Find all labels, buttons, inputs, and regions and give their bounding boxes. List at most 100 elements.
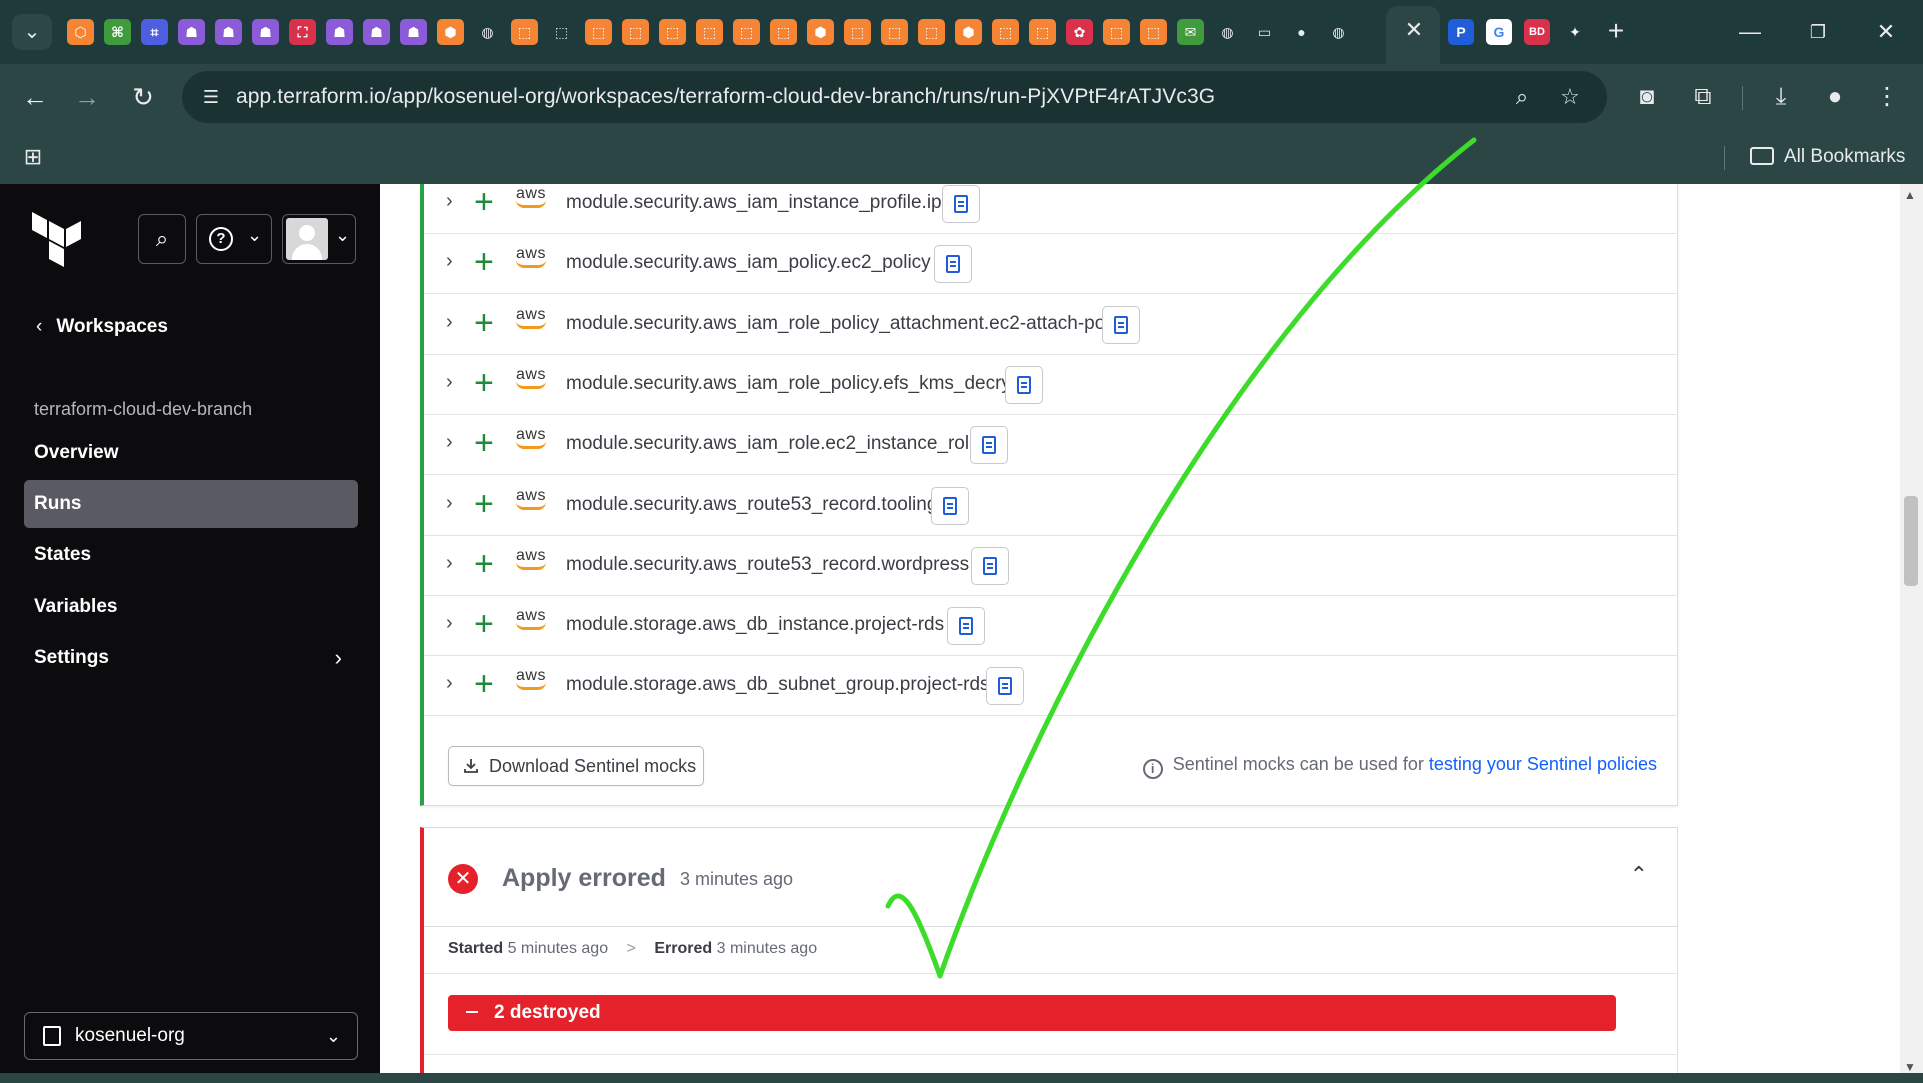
help-menu-button[interactable]: ? ⌄ <box>196 214 272 264</box>
tab-favicon-icon[interactable]: ⬚ <box>1140 19 1167 45</box>
tab-favicon-icon[interactable]: ☗ <box>252 19 279 45</box>
menu-kebab-icon[interactable]: ⋮ <box>1868 78 1906 116</box>
chevron-right-icon[interactable]: › <box>446 311 453 334</box>
download-icon[interactable]: ⤓ <box>1762 78 1800 116</box>
apply-header[interactable]: ✕ Apply errored 3 minutes ago ⌃ <box>424 828 1678 927</box>
chevron-right-icon[interactable]: › <box>446 250 453 273</box>
tab-favicon-icon[interactable]: ⬚ <box>622 19 649 45</box>
tab-favicon-icon[interactable]: ⬚ <box>548 19 575 45</box>
tab-search-chevron-down-icon[interactable]: ⌄ <box>12 14 52 50</box>
resource-row[interactable]: › + aws module.security.aws_iam_policy.ec2_… <box>424 234 1678 295</box>
camera-icon[interactable]: ◙ <box>1628 78 1666 116</box>
tab-favicon-icon[interactable]: G <box>1486 19 1512 45</box>
chevron-up-icon[interactable]: ⌃ <box>1630 862 1648 888</box>
scroll-up-arrow-icon[interactable]: ▲ <box>1904 188 1916 202</box>
resource-row[interactable]: › + aws module.security.aws_iam_instance_pr… <box>424 184 1678 234</box>
sidebar-item-states[interactable]: States <box>24 531 358 579</box>
copy-address-button[interactable] <box>1102 305 1140 344</box>
sidebar-item-runs[interactable]: Runs <box>24 480 358 528</box>
reload-icon[interactable]: ↻ <box>124 78 162 116</box>
chevron-right-icon[interactable]: › <box>446 431 453 454</box>
resource-row[interactable]: › + aws module.security.aws_iam_role_policy… <box>424 295 1678 355</box>
chevron-right-icon[interactable]: › <box>446 190 453 213</box>
tab-favicon-icon[interactable]: P <box>1448 19 1474 45</box>
search-button[interactable]: ⌕ <box>138 214 186 264</box>
testing-sentinel-policies-link[interactable]: testing your Sentinel policies <box>1429 754 1657 774</box>
copy-address-button[interactable] <box>942 185 980 223</box>
terraform-logo-icon[interactable] <box>32 212 82 268</box>
sidebar-item-settings[interactable]: Settings › <box>24 634 358 682</box>
tab-favicon-icon[interactable]: ✦ <box>1562 19 1588 45</box>
chevron-right-icon[interactable]: › <box>446 371 453 394</box>
copy-address-button[interactable] <box>1005 365 1043 404</box>
tab-favicon-icon[interactable]: ☗ <box>326 19 353 45</box>
tab-favicon-icon[interactable]: ⬢ <box>437 19 464 45</box>
tab-favicon-icon[interactable]: ☗ <box>215 19 242 45</box>
apps-grid-icon[interactable]: ⊞ <box>18 142 48 172</box>
forward-arrow-icon[interactable]: → <box>68 78 106 116</box>
resource-row[interactable]: › + aws module.security.aws_route53_record.… <box>424 476 1678 536</box>
tab-favicon-icon[interactable]: ⬚ <box>733 19 760 45</box>
site-info-icon[interactable]: ☰ <box>198 84 224 110</box>
restore-window-button[interactable]: ❐ <box>1798 14 1838 50</box>
tab-favicon-icon[interactable]: ⬢ <box>955 19 982 45</box>
tab-favicon-icon[interactable]: ✉ <box>1177 19 1204 45</box>
chevron-right-icon[interactable]: › <box>446 552 453 575</box>
tab-favicon-icon[interactable]: ⬚ <box>844 19 871 45</box>
copy-address-button[interactable] <box>934 245 972 284</box>
resource-row[interactable]: › + aws module.storage.aws_db_instance.proj… <box>424 596 1678 657</box>
chevron-right-icon[interactable]: › <box>446 672 453 695</box>
tab-favicon-icon[interactable]: ☗ <box>363 19 390 45</box>
resource-row[interactable]: › + aws module.security.aws_route53_record.… <box>424 536 1678 596</box>
copy-address-button[interactable] <box>970 426 1008 465</box>
destroyed-summary-bar[interactable]: 2 destroyed <box>448 995 1616 1031</box>
tab-favicon-icon[interactable]: ● <box>1288 19 1315 45</box>
close-window-button[interactable]: ✕ <box>1866 14 1906 50</box>
scrollbar-thumb[interactable] <box>1904 496 1918 586</box>
back-to-workspaces-link[interactable]: ‹ Workspaces <box>36 316 168 338</box>
page-scrollbar[interactable]: ▲ ▼ <box>1900 184 1923 1078</box>
tab-favicon-icon[interactable]: ✿ <box>1066 19 1093 45</box>
sidebar-item-overview[interactable]: Overview <box>24 429 358 477</box>
address-bar[interactable]: ☰ app.terraform.io/app/kosenuel-org/work… <box>182 71 1607 123</box>
resource-row[interactable]: › + aws module.security.aws_iam_role.ec2_in… <box>424 415 1678 476</box>
all-bookmarks-button[interactable]: All Bookmarks <box>1750 144 1905 170</box>
extensions-puzzle-icon[interactable]: ⧉ <box>1684 78 1722 116</box>
copy-address-button[interactable] <box>971 546 1009 585</box>
tab-favicon-icon[interactable]: ⬚ <box>585 19 612 45</box>
tab-favicon-icon[interactable]: ⬡ <box>67 19 94 45</box>
tab-favicon-icon[interactable]: ◍ <box>474 19 501 45</box>
chevron-right-icon[interactable]: › <box>446 492 453 515</box>
url-text[interactable]: app.terraform.io/app/kosenuel-org/worksp… <box>236 85 1215 109</box>
tab-favicon-icon[interactable]: ⌗ <box>141 19 168 45</box>
tab-favicon-icon[interactable]: ⬚ <box>696 19 723 45</box>
chevron-right-icon[interactable]: › <box>446 612 453 635</box>
user-menu-button[interactable]: ⌄ <box>282 214 356 264</box>
close-tab-icon[interactable]: ✕ <box>1400 16 1428 44</box>
copy-address-button[interactable] <box>947 607 985 646</box>
zoom-icon[interactable]: ⌕ <box>1508 83 1536 111</box>
resource-row[interactable]: › + aws module.security.aws_iam_role_policy… <box>424 355 1678 415</box>
tab-favicon-icon[interactable]: ⬚ <box>659 19 686 45</box>
tab-favicon-icon[interactable]: ☗ <box>178 19 205 45</box>
resource-row[interactable]: › + aws module.storage.aws_db_subnet_group.… <box>424 656 1678 717</box>
sidebar-item-variables[interactable]: Variables <box>24 583 358 631</box>
tab-favicon-icon[interactable]: ⬚ <box>1029 19 1056 45</box>
tab-favicon-icon[interactable]: ⛶ <box>289 19 316 45</box>
minimize-window-button[interactable]: — <box>1730 14 1770 50</box>
tab-favicon-icon[interactable]: BD <box>1524 19 1550 45</box>
tab-favicon-icon[interactable]: ⬚ <box>918 19 945 45</box>
profile-icon[interactable]: ● <box>1816 78 1854 116</box>
back-arrow-icon[interactable]: ← <box>16 78 54 116</box>
tab-favicon-icon[interactable]: ▭ <box>1251 19 1278 45</box>
new-tab-button[interactable]: + <box>1600 16 1632 48</box>
tab-favicon-icon[interactable]: ◍ <box>1214 19 1241 45</box>
tab-favicon-icon[interactable]: ⬚ <box>511 19 538 45</box>
organization-switcher[interactable]: kosenuel-org ⌄ <box>24 1012 358 1060</box>
tab-favicon-icon[interactable]: ⬢ <box>807 19 834 45</box>
copy-address-button[interactable] <box>986 667 1024 706</box>
bookmark-star-icon[interactable]: ☆ <box>1556 83 1584 111</box>
download-sentinel-mocks-button[interactable]: Download Sentinel mocks <box>448 746 704 786</box>
tab-favicon-icon[interactable]: ⬚ <box>881 19 908 45</box>
tab-favicon-icon[interactable]: ⬚ <box>1103 19 1130 45</box>
